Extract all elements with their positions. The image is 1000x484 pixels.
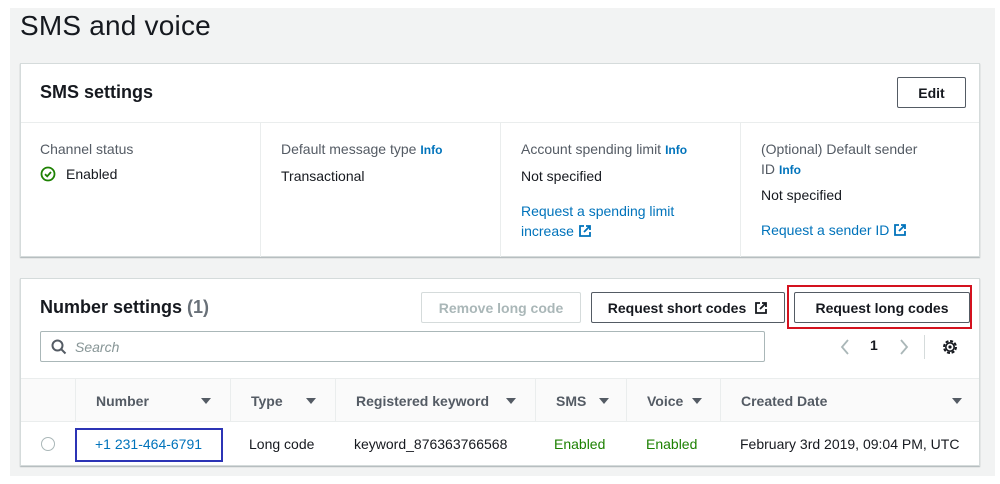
sort-down-icon (201, 398, 211, 404)
request-spending-limit-link-line2[interactable]: increase (521, 221, 574, 241)
number-settings-title-row: Number settings (1) (40, 297, 209, 318)
created-date-cell: February 3rd 2019, 09:04 PM, UTC (740, 436, 960, 452)
default-message-type-label-row: Default message type Info (281, 139, 500, 160)
sort-down-icon (952, 398, 962, 404)
sender-id-label-line1: (Optional) Default sender (761, 141, 918, 157)
request-short-codes-button[interactable]: Request short codes (591, 292, 785, 323)
channel-status-label: Channel status (40, 141, 134, 157)
search-box (40, 331, 765, 362)
sort-down-icon (692, 398, 702, 404)
external-link-icon (579, 225, 591, 237)
column-header-voice[interactable]: Voice (626, 379, 720, 422)
sms-settings-title: SMS settings (40, 82, 154, 102)
column-label: Created Date (741, 392, 828, 409)
sender-id-label-row: ID Info (761, 159, 980, 180)
request-sender-id-link-text[interactable]: Request a sender ID (761, 220, 889, 240)
highlight-box-blue (75, 428, 223, 462)
sender-id-value: Not specified (761, 187, 842, 203)
pager-divider (924, 335, 925, 359)
column-label: SMS (556, 392, 587, 409)
highlight-box-red (787, 285, 972, 329)
check-circle-icon (40, 166, 56, 182)
default-message-type-value: Transactional (281, 168, 365, 184)
remove-long-code-button[interactable]: Remove long code (421, 292, 581, 323)
request-spending-limit-link-line1[interactable]: Request a spending limit (521, 201, 740, 221)
page-number[interactable]: 1 (870, 337, 878, 353)
request-spending-limit-link-line2-row[interactable]: increase (521, 221, 740, 241)
sms-status-cell: Enabled (554, 436, 606, 452)
spending-limit-label: Account spending limit (521, 141, 662, 157)
channel-status-column: Channel status Enabled (40, 123, 260, 257)
request-short-codes-label: Request short codes (607, 299, 747, 316)
sort-down-icon (599, 398, 609, 404)
external-link-icon (894, 224, 907, 236)
keyword-cell: keyword_876363766568 (354, 436, 508, 452)
sort-down-icon (306, 398, 316, 404)
column-header-created-date[interactable]: Created Date (720, 379, 979, 422)
number-count: (1) (187, 297, 210, 317)
sort-down-icon (506, 398, 516, 404)
page-title: SMS and voice (20, 10, 211, 41)
request-sender-id-link[interactable]: Request a sender ID (761, 220, 980, 240)
chevron-right-icon[interactable] (898, 338, 910, 356)
info-link[interactable]: Info (779, 163, 801, 177)
spending-limit-column: Account spending limit Info Not specified… (500, 123, 740, 257)
column-label: Voice (647, 392, 684, 409)
gear-icon[interactable] (941, 338, 959, 356)
default-message-type-column: Default message type Info Transactional (260, 123, 500, 257)
chevron-left-icon[interactable] (839, 338, 851, 356)
column-label: Type (251, 392, 283, 409)
sms-settings-panel: SMS settings Edit Channel status Enabled… (20, 63, 980, 257)
channel-status-text: Enabled (66, 166, 118, 182)
number-settings-title: Number settings (40, 297, 183, 317)
column-header-type[interactable]: Type (230, 379, 335, 422)
spending-limit-value: Not specified (521, 168, 602, 184)
column-header-number[interactable]: Number (75, 379, 230, 422)
search-input[interactable] (75, 336, 755, 358)
spending-limit-label-row: Account spending limit Info (521, 139, 740, 160)
type-cell: Long code (249, 436, 315, 452)
column-label: Number (96, 392, 149, 409)
voice-status-cell: Enabled (646, 436, 698, 452)
default-message-type-label: Default message type (281, 141, 417, 157)
external-link-icon (755, 301, 768, 314)
table-header: Number Type Registered keyword SMS Voice… (21, 378, 979, 422)
row-select-radio[interactable] (41, 437, 55, 451)
sender-id-column: (Optional) Default sender ID Info Not spe… (740, 123, 980, 257)
column-label: Registered keyword (356, 392, 490, 409)
info-link[interactable]: Info (665, 143, 687, 157)
search-icon (51, 339, 67, 355)
request-spending-limit-link[interactable]: Request a spending limit increase (521, 201, 740, 241)
channel-status-value: Enabled (40, 164, 260, 184)
info-link[interactable]: Info (420, 143, 442, 157)
sms-settings-header: SMS settings Edit (21, 64, 979, 123)
edit-button[interactable]: Edit (897, 77, 966, 108)
column-header-sms[interactable]: SMS (535, 379, 626, 422)
sender-id-label-line2: ID (761, 161, 775, 177)
column-header-keyword[interactable]: Registered keyword (335, 379, 535, 422)
